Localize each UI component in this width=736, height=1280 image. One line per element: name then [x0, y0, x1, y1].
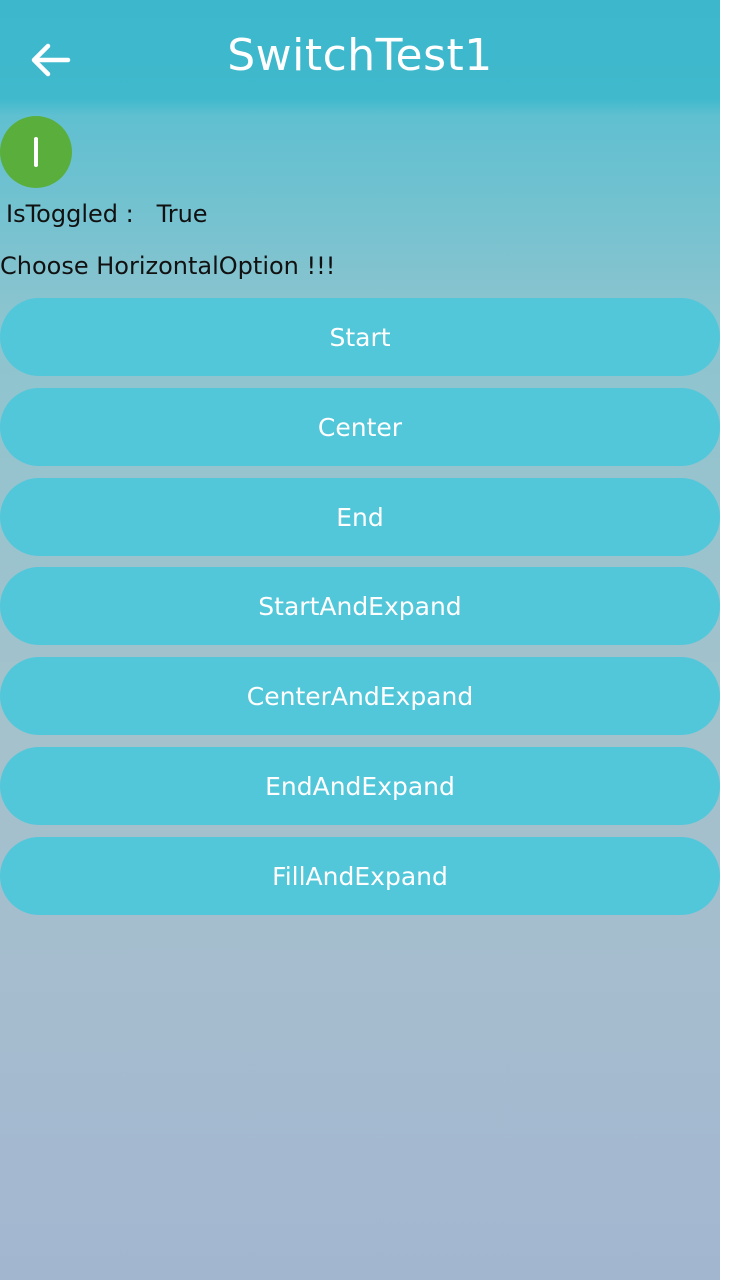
toggle-on-icon [34, 137, 38, 167]
option-center-button[interactable]: Center [0, 388, 720, 466]
option-fill-and-expand-button[interactable]: FillAndExpand [0, 837, 720, 915]
screen-edge-strip [720, 0, 736, 1280]
choose-option-prompt: Choose HorizontalOption !!! [0, 252, 336, 280]
screen: SwitchTest1 IsToggled : True Choose Hori… [0, 0, 720, 1280]
option-start-button[interactable]: Start [0, 298, 720, 376]
option-end-button[interactable]: End [0, 478, 720, 556]
is-toggled-label: IsToggled : [6, 200, 134, 228]
is-toggled-value: True [156, 200, 208, 228]
option-start-and-expand-button[interactable]: StartAndExpand [0, 567, 720, 645]
is-toggled-status: IsToggled : True [6, 200, 208, 228]
toggle-switch[interactable] [0, 116, 72, 188]
page-title: SwitchTest1 [227, 30, 493, 81]
app-bar: SwitchTest1 [0, 0, 720, 116]
option-center-and-expand-button[interactable]: CenterAndExpand [0, 657, 720, 735]
option-end-and-expand-button[interactable]: EndAndExpand [0, 747, 720, 825]
